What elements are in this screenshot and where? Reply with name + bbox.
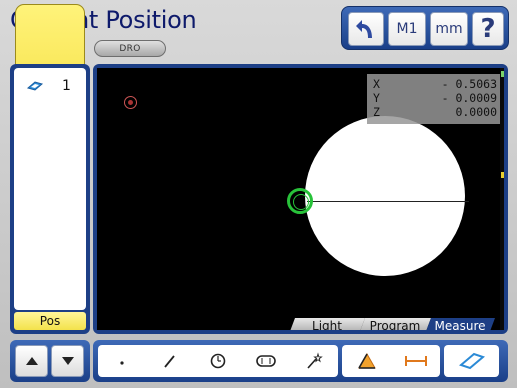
- target-marker: [124, 96, 137, 109]
- x-label: X: [373, 77, 380, 91]
- slot-icon: [256, 355, 276, 367]
- tab-program[interactable]: Program: [359, 318, 431, 330]
- slot-tool-button[interactable]: [242, 345, 290, 377]
- help-button[interactable]: ?: [472, 12, 504, 46]
- feature-tool-group: [98, 345, 338, 377]
- feature-list-item[interactable]: 1: [26, 78, 71, 94]
- tab-measure[interactable]: Measure: [425, 318, 495, 330]
- y-value: - 0.0009: [441, 91, 497, 105]
- plane-tool-group: [444, 345, 499, 377]
- scroll-up-button[interactable]: [15, 345, 48, 377]
- navigation-buttons: [10, 340, 90, 382]
- auto-measure-tool-button[interactable]: [290, 345, 338, 377]
- plane-icon: [458, 352, 485, 370]
- light-level-indicator: [500, 68, 504, 330]
- position-button[interactable]: Pos: [14, 312, 86, 330]
- angle-tool-button[interactable]: [342, 345, 391, 377]
- line-tool-button[interactable]: [146, 345, 194, 377]
- line-icon: [164, 355, 175, 368]
- z-value: 0.0000: [455, 105, 497, 119]
- plane-icon: [26, 81, 44, 91]
- circle-icon: [210, 353, 226, 369]
- triangle-down-icon: [61, 357, 74, 365]
- circle-tool-button[interactable]: [194, 345, 242, 377]
- triangle-up-icon: [25, 357, 38, 365]
- plane-tool-button[interactable]: [444, 345, 499, 377]
- point-icon: [120, 361, 124, 365]
- magic-wand-icon: [307, 352, 323, 369]
- measured-part-image: [305, 116, 465, 276]
- m1-button[interactable]: M1: [388, 12, 426, 46]
- feature-list-panel: 1 Pos: [10, 64, 90, 334]
- angle-icon: [357, 352, 376, 369]
- measure-toolbar: [93, 340, 508, 382]
- edge-crosshair-line: [307, 201, 469, 202]
- feature-list: 1: [14, 68, 86, 310]
- units-button[interactable]: mm: [430, 12, 468, 46]
- y-label: Y: [373, 91, 380, 105]
- distance-icon: [404, 356, 427, 366]
- app-window: Current Position M1 mm ? VIDEO DRO 1 Pos: [0, 0, 517, 388]
- probe-crosshair[interactable]: [287, 188, 313, 214]
- undo-button[interactable]: [348, 12, 384, 46]
- video-panel: X - 0.5063 Y - 0.0009 Z 0.0000 Light Progra…: [93, 64, 508, 334]
- x-value: - 0.5063: [441, 77, 497, 91]
- top-button-group: M1 mm ?: [341, 6, 509, 50]
- feature-number: 1: [62, 78, 71, 94]
- distance-tool-button[interactable]: [391, 345, 440, 377]
- coordinate-readout: X - 0.5063 Y - 0.0009 Z 0.0000: [367, 74, 503, 124]
- construct-tool-group: [342, 345, 440, 377]
- point-tool-button[interactable]: [98, 345, 146, 377]
- z-label: Z: [373, 105, 380, 119]
- scroll-down-button[interactable]: [51, 345, 84, 377]
- video-view[interactable]: X - 0.5063 Y - 0.0009 Z 0.0000 Light Progra…: [97, 68, 504, 330]
- tab-light[interactable]: Light: [289, 318, 365, 330]
- undo-icon: [356, 20, 372, 38]
- dro-mode-button[interactable]: DRO: [94, 40, 166, 57]
